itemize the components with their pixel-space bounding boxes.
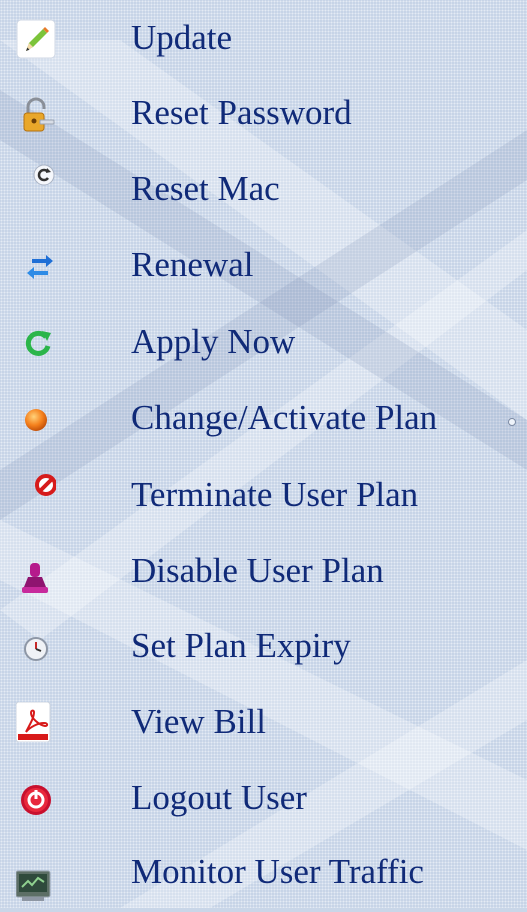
menu-item-set-plan-expiry[interactable]: Set Plan Expiry	[0, 608, 527, 684]
menu-item-label: Reset Mac	[131, 169, 280, 208]
pdf-icon	[16, 702, 56, 742]
stamp-icon	[16, 557, 56, 597]
menu-item-change-activate-plan[interactable]: Change/Activate Plan	[0, 380, 527, 456]
menu-item-apply-now[interactable]: Apply Now	[0, 304, 527, 380]
menu-item-monitor-user-traffic[interactable]: Monitor User Traffic	[0, 836, 527, 912]
menu-item-label: Monitor User Traffic	[131, 852, 424, 891]
menu-item-label: Change/Activate Plan	[131, 398, 438, 437]
menu-item-label: Logout User	[131, 778, 307, 817]
menu-item-label: Terminate User Plan	[131, 475, 419, 514]
power-icon	[16, 779, 56, 819]
pencil-icon	[16, 19, 56, 59]
menu-item-label: Update	[131, 18, 233, 57]
menu-item-terminate-user-plan[interactable]: Terminate User Plan	[0, 456, 527, 532]
forbidden-icon	[16, 465, 56, 505]
clock-icon	[16, 628, 56, 668]
orange-ball-icon	[16, 399, 56, 439]
refresh-circle-icon	[16, 155, 56, 195]
menu-item-label: View Bill	[131, 702, 266, 741]
menu-item-label: Apply Now	[131, 322, 296, 361]
monitor-icon	[16, 863, 56, 903]
scroll-handle[interactable]	[508, 418, 516, 426]
menu-item-label: Reset Password	[131, 93, 352, 132]
swap-arrows-icon	[16, 247, 56, 287]
menu-item-label: Renewal	[131, 245, 254, 284]
menu-item-reset-mac[interactable]: Reset Mac	[0, 152, 527, 228]
menu-item-label: Set Plan Expiry	[131, 626, 351, 665]
menu-item-renewal[interactable]: Renewal	[0, 228, 527, 304]
green-cycle-icon	[16, 323, 56, 363]
menu-item-update[interactable]: Update	[0, 0, 527, 76]
menu-item-reset-password[interactable]: Reset Password	[0, 76, 527, 152]
lock-key-icon	[16, 95, 56, 135]
menu-item-logout-user[interactable]: Logout User	[0, 760, 527, 836]
menu-item-label: Disable User Plan	[131, 551, 384, 590]
menu-item-view-bill[interactable]: View Bill	[0, 684, 527, 760]
menu-item-disable-user-plan[interactable]: Disable User Plan	[0, 532, 527, 608]
